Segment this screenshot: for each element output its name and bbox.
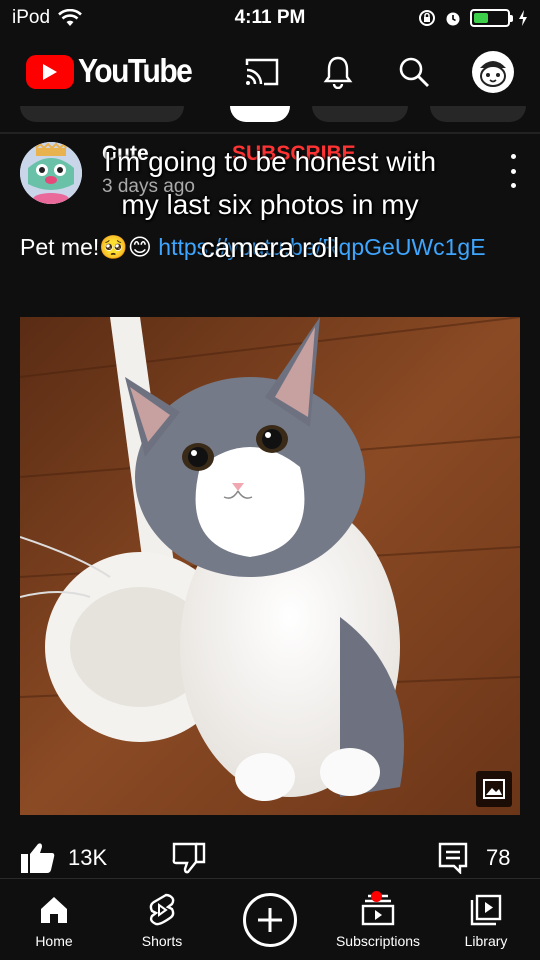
nav-subscriptions-label: Subscriptions (335, 933, 421, 949)
charging-icon (519, 10, 527, 26)
comments-count: 78 (486, 845, 511, 870)
overlay-caption: I'm going to be honest with my last six … (103, 146, 437, 263)
gallery-icon[interactable] (476, 771, 512, 807)
library-icon (470, 893, 502, 927)
chip-item[interactable] (312, 106, 408, 122)
divider (0, 132, 540, 134)
chip-item[interactable] (430, 106, 526, 122)
dislike-button[interactable] (172, 842, 206, 874)
shorts-icon (148, 893, 176, 927)
likes-count: 13K (68, 845, 108, 870)
bell-icon[interactable] (320, 54, 356, 90)
comment-icon (438, 842, 468, 874)
nav-home[interactable]: Home (0, 879, 108, 960)
more-options-icon[interactable] (506, 154, 520, 188)
carrier-label: iPod (12, 7, 51, 28)
chip-row (0, 106, 540, 124)
app-header: YouTube (0, 40, 540, 104)
thumbs-down-icon (172, 842, 206, 874)
channel-avatar[interactable] (20, 142, 82, 204)
bottom-nav: Home Shorts Subscriptions Library (0, 878, 540, 960)
wifi-icon (58, 9, 82, 26)
battery-indicator (470, 9, 513, 27)
like-button[interactable]: 13K (20, 842, 107, 874)
notification-dot (371, 891, 382, 902)
logo-text: YouTube (78, 53, 193, 90)
comments-button[interactable]: 78 (438, 842, 510, 874)
nav-subscriptions[interactable]: Subscriptions (324, 879, 432, 960)
chip-explore[interactable] (20, 106, 184, 122)
youtube-logo[interactable]: YouTube (26, 53, 244, 90)
rotation-lock-icon (419, 10, 435, 26)
thumbs-up-icon (21, 843, 55, 873)
cast-icon[interactable] (244, 54, 280, 90)
status-time: 4:11 PM (234, 7, 306, 28)
chip-all[interactable] (230, 106, 290, 122)
search-icon[interactable] (396, 54, 432, 90)
post-image[interactable] (20, 317, 520, 815)
nav-library[interactable]: Library (432, 879, 540, 960)
nav-home-label: Home (35, 933, 73, 949)
alarm-icon (446, 12, 460, 26)
status-bar: iPod 4:11 PM (0, 0, 540, 36)
create-icon (243, 893, 297, 947)
nav-shorts[interactable]: Shorts (108, 879, 216, 960)
nav-create[interactable] (216, 879, 324, 960)
post-text-prefix: Pet me! (20, 234, 100, 260)
youtube-play-icon (26, 55, 74, 89)
home-icon (39, 893, 69, 927)
nav-library-label: Library (464, 933, 508, 949)
nav-shorts-label: Shorts (141, 933, 183, 949)
account-avatar[interactable] (472, 51, 514, 93)
